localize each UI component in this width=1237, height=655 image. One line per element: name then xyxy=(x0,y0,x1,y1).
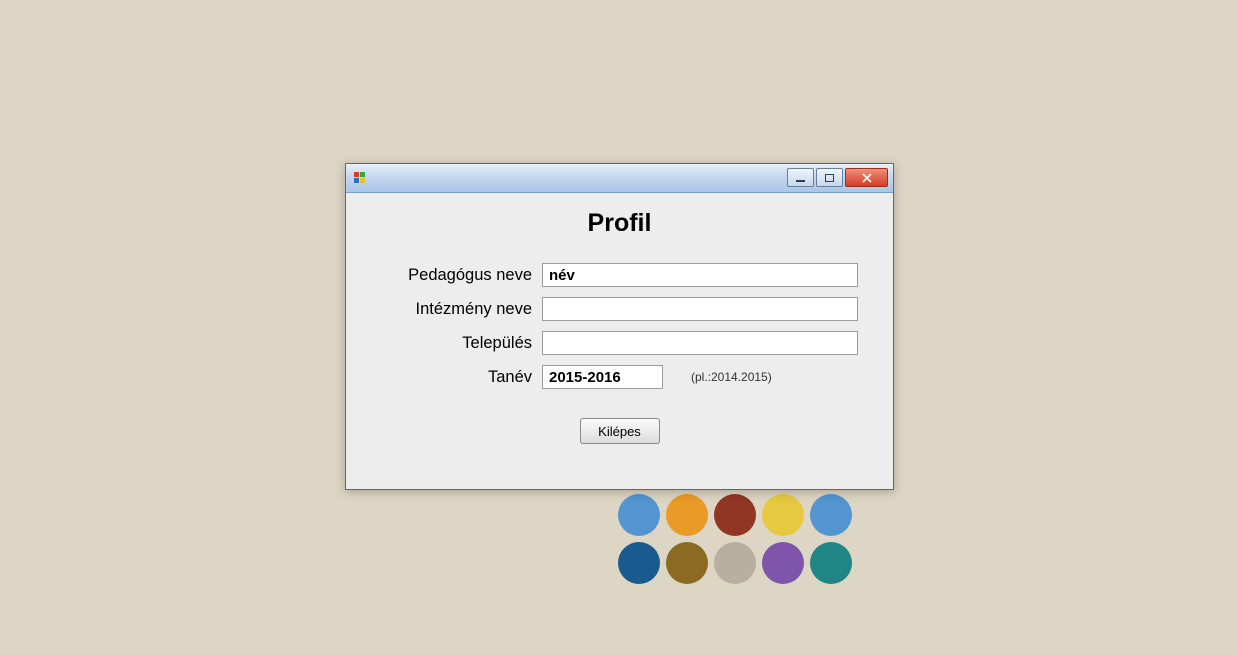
tanev-label: Tanév xyxy=(366,368,542,387)
app-icon xyxy=(352,170,368,186)
close-button[interactable] xyxy=(845,168,888,187)
telepules-input[interactable] xyxy=(542,331,858,355)
pedagogus-input[interactable] xyxy=(542,263,858,287)
color-swatch[interactable] xyxy=(666,542,708,584)
pedagogus-label: Pedagógus neve xyxy=(366,266,542,285)
color-swatch[interactable] xyxy=(810,494,852,536)
button-row: Kilépes xyxy=(366,418,873,444)
telepules-label: Település xyxy=(366,334,542,353)
minimize-button[interactable] xyxy=(787,168,814,187)
page-title: Profil xyxy=(366,209,873,238)
color-swatch[interactable] xyxy=(618,542,660,584)
intezmeny-label: Intézmény neve xyxy=(366,300,542,319)
tanev-hint: (pl.:2014.2015) xyxy=(691,370,772,384)
profile-window: Profil Pedagógus neve Intézmény neve Tel… xyxy=(345,163,894,490)
tanev-input[interactable] xyxy=(542,365,663,389)
window-titlebar[interactable] xyxy=(346,164,893,193)
color-palette xyxy=(618,494,852,584)
intezmeny-input[interactable] xyxy=(542,297,858,321)
form-row-pedagogus: Pedagógus neve xyxy=(366,262,873,288)
maximize-button[interactable] xyxy=(816,168,843,187)
exit-button[interactable]: Kilépes xyxy=(580,418,660,444)
color-swatch[interactable] xyxy=(618,494,660,536)
color-swatch[interactable] xyxy=(714,494,756,536)
maximize-icon xyxy=(825,174,834,182)
color-swatch[interactable] xyxy=(762,494,804,536)
color-swatch[interactable] xyxy=(714,542,756,584)
color-swatch[interactable] xyxy=(666,494,708,536)
form-row-intezmeny: Intézmény neve xyxy=(366,296,873,322)
window-body: Profil Pedagógus neve Intézmény neve Tel… xyxy=(346,193,893,462)
form-row-telepules: Település xyxy=(366,330,873,356)
form-row-tanev: Tanév (pl.:2014.2015) xyxy=(366,364,873,390)
color-swatch[interactable] xyxy=(762,542,804,584)
color-swatch[interactable] xyxy=(810,542,852,584)
close-icon xyxy=(862,173,872,183)
minimize-icon xyxy=(796,180,805,182)
window-controls xyxy=(787,168,888,187)
